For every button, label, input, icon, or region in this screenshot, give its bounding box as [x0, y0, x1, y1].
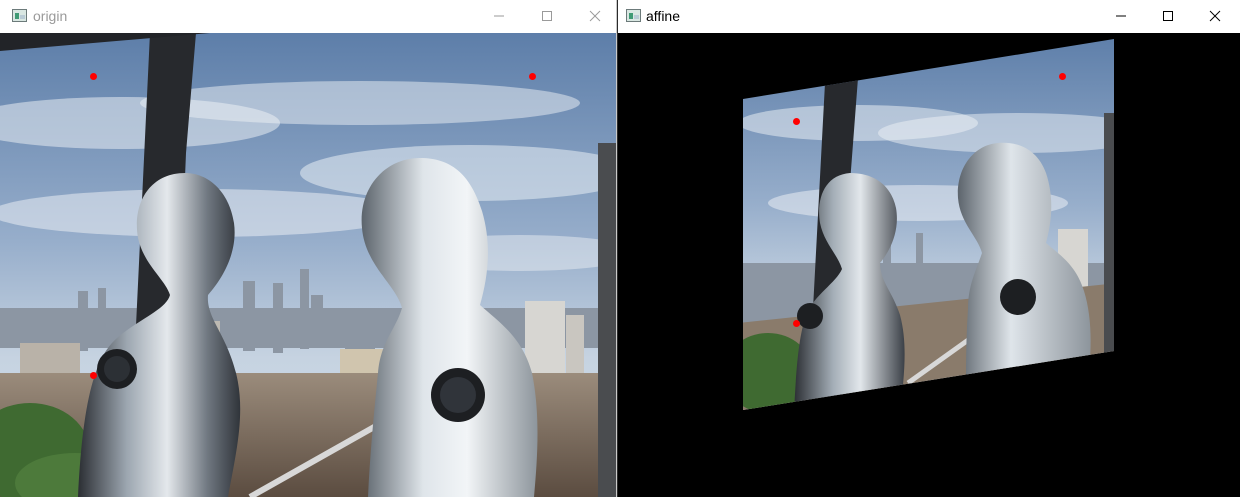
origin-scene — [0, 33, 616, 497]
origin-image — [0, 33, 616, 497]
origin-window[interactable]: origin — [0, 0, 617, 497]
window-title: affine — [646, 8, 680, 24]
maximize-icon — [542, 11, 552, 21]
marker-point-3 — [792, 319, 800, 327]
marker-point-2 — [1058, 72, 1066, 80]
close-button[interactable] — [572, 0, 616, 32]
maximize-icon — [1163, 11, 1173, 21]
close-button[interactable] — [1192, 0, 1238, 32]
minimize-button[interactable] — [1098, 0, 1144, 32]
maximize-button[interactable] — [1145, 0, 1191, 32]
window-title: origin — [33, 8, 68, 24]
minimize-icon — [1116, 15, 1126, 17]
titlebar[interactable]: origin — [0, 0, 616, 33]
marker-point-1 — [89, 72, 97, 80]
maximize-button[interactable] — [524, 0, 570, 32]
minimize-icon — [494, 15, 504, 17]
close-icon — [1209, 10, 1221, 22]
minimize-button[interactable] — [476, 0, 522, 32]
affine-window[interactable]: affine — [618, 0, 1240, 497]
marker-point-1 — [792, 117, 800, 125]
affine-image — [618, 33, 1240, 497]
close-icon — [589, 10, 601, 22]
app-icon — [12, 9, 27, 22]
affine-scene — [743, 39, 1114, 410]
app-icon — [626, 9, 641, 22]
marker-point-2 — [528, 72, 536, 80]
marker-point-3 — [89, 371, 97, 379]
titlebar[interactable]: affine — [618, 0, 1240, 33]
